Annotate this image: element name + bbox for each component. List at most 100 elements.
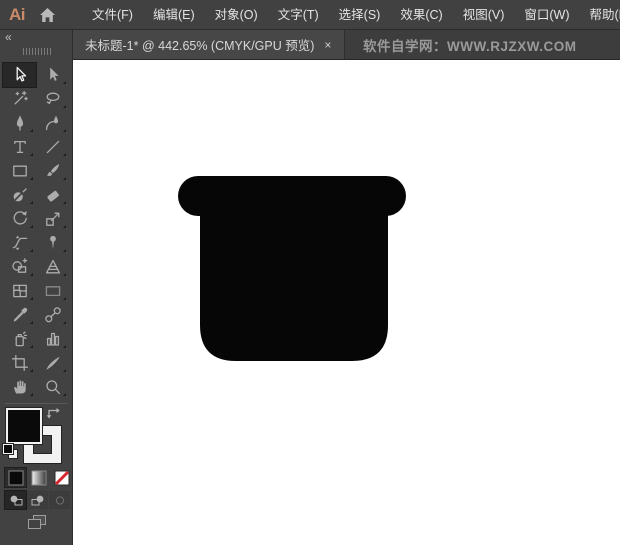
screen-mode-icon (25, 513, 49, 532)
mesh-tool[interactable] (3, 279, 36, 303)
hand-tool[interactable] (3, 375, 36, 399)
type-tool[interactable] (3, 135, 36, 159)
illustrator-window: Ai 文件(F) 编辑(E) 对象(O) 文字(T) 选择(S) 效果(C) 视… (0, 0, 620, 545)
eraser-tool[interactable] (36, 183, 69, 207)
artwork-body[interactable] (200, 191, 388, 361)
line-segment-tool[interactable] (36, 135, 69, 159)
blend-icon (43, 305, 63, 325)
menu-object[interactable]: 对象(O) (205, 0, 268, 30)
color-button[interactable] (5, 468, 26, 487)
direct-selection-tool[interactable] (36, 63, 69, 87)
rotate-tool[interactable] (3, 207, 36, 231)
mesh-icon (10, 281, 30, 301)
document-tab-title: 未标题-1* @ 442.65% (CMYK/GPU 预览) (85, 35, 314, 54)
gradient-icon (43, 281, 63, 301)
menu-help[interactable]: 帮助(H) (580, 0, 620, 30)
document-tab[interactable]: 未标题-1* @ 442.65% (CMYK/GPU 预览) × (73, 30, 345, 59)
paintbrush-tool[interactable] (36, 159, 69, 183)
drawing-mode-buttons (5, 491, 70, 509)
panel-grip[interactable] (23, 48, 51, 55)
gradient-swatch-icon (31, 470, 47, 486)
column-graph-icon (43, 329, 63, 349)
menu-select[interactable]: 选择(S) (329, 0, 391, 30)
none-icon (54, 470, 70, 486)
pen-tool[interactable] (3, 111, 36, 135)
home-button[interactable] (38, 6, 57, 24)
pen-icon (10, 113, 30, 133)
scale-tool[interactable] (36, 207, 69, 231)
direct-selection-tool-icon (43, 65, 63, 85)
tab-strip: 未标题-1* @ 442.65% (CMYK/GPU 预览) × 软件自学网：W… (73, 30, 620, 60)
color-icon (8, 470, 24, 486)
none-button[interactable] (51, 468, 72, 487)
curvature-icon (43, 113, 63, 133)
toolbar-separator (5, 403, 68, 404)
menu-bar: Ai 文件(F) 编辑(E) 对象(O) 文字(T) 选择(S) 效果(C) 视… (0, 0, 620, 30)
draw-behind-icon (30, 494, 46, 507)
perspective-grid-tool[interactable] (36, 255, 69, 279)
zoom-icon (43, 377, 63, 397)
menu-effect[interactable]: 效果(C) (390, 0, 452, 30)
eraser-icon (43, 185, 63, 205)
draw-behind-button[interactable] (27, 491, 48, 509)
puppet-warp-tool[interactable] (36, 231, 69, 255)
draw-normal-button[interactable] (5, 491, 26, 509)
column-graph-tool[interactable] (36, 327, 69, 351)
menu-view[interactable]: 视图(V) (453, 0, 515, 30)
lasso-tool[interactable] (36, 87, 69, 111)
change-screen-mode-button[interactable] (0, 513, 73, 532)
home-icon (38, 6, 57, 24)
menu-window[interactable]: 窗口(W) (514, 0, 579, 30)
default-fill-mini-swatch (3, 444, 13, 454)
shaper-icon (10, 185, 30, 205)
paintbrush-icon (43, 161, 63, 181)
selection-tool[interactable] (3, 63, 36, 87)
watermark-text: 软件自学网：WWW.RJZXW.COM (363, 30, 576, 59)
gradient-tool[interactable] (36, 279, 69, 303)
eyedropper-tool[interactable] (3, 303, 36, 327)
collapse-panel-button[interactable]: « (5, 30, 12, 44)
perspective-grid-icon (43, 257, 63, 277)
tools-grid (3, 63, 69, 399)
hand-icon (10, 377, 30, 397)
artboard-icon (10, 353, 30, 373)
draw-inside-button[interactable] (49, 491, 70, 509)
shape-builder-icon (10, 257, 30, 277)
rectangle-icon (10, 161, 30, 181)
menu-edit[interactable]: 编辑(E) (143, 0, 205, 30)
tools-panel: « (0, 30, 73, 545)
canvas[interactable] (73, 60, 620, 545)
width-icon (10, 233, 30, 253)
width-tool[interactable] (3, 231, 36, 255)
swap-fill-stroke-button[interactable] (46, 406, 61, 424)
zoom-tool[interactable] (36, 375, 69, 399)
tab-close-icon[interactable]: × (324, 39, 331, 51)
curvature-tool[interactable] (36, 111, 69, 135)
puppet-warp-pin-icon (43, 233, 63, 253)
artboard-tool[interactable] (3, 351, 36, 375)
blend-tool[interactable] (36, 303, 69, 327)
fill-stroke-swatches (0, 407, 73, 465)
rectangle-tool[interactable] (3, 159, 36, 183)
app-logo: Ai (9, 5, 25, 25)
selection-tool-icon (10, 65, 30, 85)
fill-color-swatch[interactable] (6, 408, 42, 444)
swap-fill-stroke-icon (46, 406, 61, 419)
slice-tool[interactable] (36, 351, 69, 375)
default-fill-stroke-button[interactable] (3, 444, 18, 459)
gradient-button[interactable] (28, 468, 49, 487)
shape-builder-tool[interactable] (3, 255, 36, 279)
magic-wand-icon (10, 89, 30, 109)
menu-type[interactable]: 文字(T) (268, 0, 329, 30)
draw-inside-icon (52, 494, 68, 507)
magic-wand-tool[interactable] (3, 87, 36, 111)
draw-normal-icon (8, 494, 24, 507)
artwork-shape[interactable] (73, 60, 620, 545)
symbol-sprayer-icon (10, 329, 30, 349)
slice-icon (43, 353, 63, 373)
appearance-buttons (5, 468, 72, 487)
shaper-tool[interactable] (3, 183, 36, 207)
menu-file[interactable]: 文件(F) (82, 0, 143, 30)
symbol-sprayer-tool[interactable] (3, 327, 36, 351)
menu-items: 文件(F) 编辑(E) 对象(O) 文字(T) 选择(S) 效果(C) 视图(V… (82, 0, 620, 30)
